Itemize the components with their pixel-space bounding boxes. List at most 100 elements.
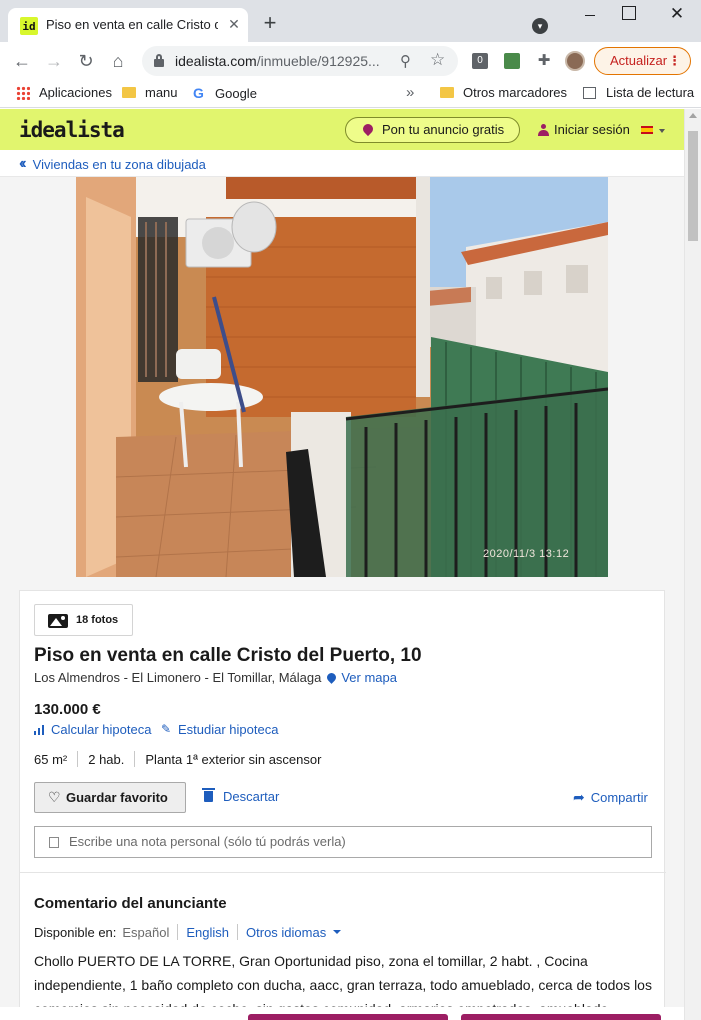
spain-flag-icon[interactable] [641,126,653,134]
reading-list-icon [583,86,596,99]
bookmark-apps[interactable]: Aplicaciones [16,85,112,100]
user-icon [538,123,549,136]
save-favorite-button[interactable]: ♡ Guardar favorito [34,782,186,813]
publish-ad-button[interactable]: Pon tu anuncio gratis [345,117,520,143]
reading-list[interactable]: Lista de lectura [583,85,694,100]
scroll-thumb[interactable] [688,131,698,241]
home-icon[interactable]: ⌂ [106,50,130,74]
location-text: Los Almendros - El Limonero - El Tomilla… [34,670,322,685]
vertical-scrollbar[interactable] [684,109,701,1020]
discard-button[interactable]: Descartar [202,788,280,804]
publish-label: Pon tu anuncio gratis [382,122,505,137]
save-favorite-label: Guardar favorito [66,790,168,805]
heart-icon: ♡ [48,789,61,805]
caret-down-icon[interactable] [333,930,342,934]
extension-zero-icon[interactable]: 0 [472,53,488,69]
apps-grid-icon [16,85,30,100]
contact-button[interactable] [248,1014,448,1020]
discard-label: Descartar [223,789,280,804]
share-button[interactable]: ➦ Compartir [573,789,648,806]
new-tab-icon[interactable]: + [258,12,282,36]
bookmark-others[interactable]: Otros marcadores [440,85,567,100]
folder-icon [440,87,454,98]
bar-chart-icon [34,724,46,735]
close-tab-icon[interactable]: ✕ [224,14,244,34]
advertiser-comment-heading: Comentario del anunciante [34,895,227,912]
sub-navigation: ‹‹ Viviendas en tu zona dibujada [0,150,684,177]
note-icon [49,837,59,848]
tab-search-icon[interactable]: ▾ [532,18,548,34]
terrace-photo-illustration [76,177,608,577]
caret-down-icon[interactable] [659,129,665,133]
main-photo[interactable]: 2020/11/3 13:12 [76,177,608,577]
maximize-icon[interactable] [622,6,636,20]
available-in-label: Disponible en: [34,924,117,940]
back-to-area-link[interactable]: ‹‹ Viviendas en tu zona dibujada [19,155,206,173]
listing-features: 65 m² 2 hab. Planta 1ª exterior sin asce… [34,751,321,767]
reload-icon[interactable]: ↻ [74,50,98,74]
listing-location: Los Almendros - El Limonero - El Tomilla… [34,670,397,685]
lang-divider [177,924,179,940]
star-icon[interactable]: ☆ [430,50,450,70]
feature-divider [134,751,136,767]
reading-list-label: Lista de lectura [606,85,695,100]
back-icon[interactable]: ← [10,50,34,74]
bookmark-manu[interactable]: manu [122,85,178,100]
browser-tab[interactable]: id Piso en venta en calle Cristo del P ✕ [8,8,248,42]
photos-button[interactable]: 18 fotos [34,604,133,636]
image-icon [48,614,68,628]
update-label: Actualizar [610,53,668,68]
forward-icon[interactable]: → [42,50,66,74]
study-mortgage-link[interactable]: ✎ Estudiar hipoteca [161,722,278,737]
share-arrow-icon: ➦ [573,789,585,805]
menu-dots-icon: ⋮ [668,53,681,68]
map-pin-icon [325,671,339,684]
bookmark-others-label: Otros marcadores [463,85,568,100]
window-close-icon[interactable]: ✕ [665,2,689,26]
bookmark-google-label: Google [215,85,257,101]
feature-area: 65 m² [34,751,68,767]
photo-timestamp: 2020/11/3 13:12 [483,548,570,560]
tab-title: Piso en venta en calle Cristo del P [46,17,218,32]
update-button[interactable]: Actualizar ⋮ [594,47,691,75]
url-host: idealista.com [175,53,257,69]
minimize-icon[interactable] [580,4,600,24]
trash-icon [202,788,215,802]
bookmark-manu-label: manu [145,85,178,100]
lang-spanish: Español [122,924,170,940]
view-map-link[interactable]: Ver mapa [325,670,397,685]
more-bookmarks-icon[interactable]: » [406,84,414,101]
google-icon: G [193,85,204,101]
lang-english[interactable]: English [186,925,229,940]
photos-count: 18 fotos [76,614,119,626]
browser-toolbar: ← → ↻ ⌂ idealista.com/inmueble/912925...… [0,42,701,80]
login-link[interactable]: Iniciar sesión [538,122,630,137]
profile-avatar[interactable] [565,51,585,71]
pin-icon [360,121,376,137]
address-bar[interactable]: idealista.com/inmueble/912925... ⚲ ☆ [142,46,458,76]
page-viewport: idealista Pon tu anuncio gratis Iniciar … [0,109,684,1020]
extensions-puzzle-icon[interactable]: ✚ [536,53,552,69]
bookmark-apps-label: Aplicaciones [39,85,112,100]
listing-price: 130.000 € [34,701,101,718]
double-chevron-left-icon: ‹‹ [19,155,26,172]
zoom-icon[interactable]: ⚲ [400,52,418,70]
language-selector: Disponible en: Español English Otros idi… [34,924,342,940]
lock-icon[interactable] [154,54,164,67]
url-text: idealista.com/inmueble/912925... [175,53,380,69]
calc-mortgage-label: Calcular hipoteca [51,722,152,737]
tab-strip: id Piso en venta en calle Cristo del P ✕… [0,0,701,42]
study-mortgage-label: Estudiar hipoteca [178,722,279,737]
bookmark-google[interactable]: G Google [193,85,257,101]
url-path: /inmueble/912925... [256,53,380,69]
lang-other[interactable]: Otros idiomas [246,925,326,940]
call-button[interactable] [461,1014,661,1020]
personal-note-input[interactable]: Escribe una nota personal (sólo tú podrá… [34,826,652,858]
calculate-mortgage-link[interactable]: Calcular hipoteca [34,722,151,737]
extension-green-icon[interactable] [504,53,520,69]
scroll-up-icon[interactable] [689,113,697,118]
site-header: idealista Pon tu anuncio gratis Iniciar … [0,109,684,150]
section-divider [20,872,666,873]
back-link-label: Viviendas en tu zona dibujada [32,156,206,172]
idealista-logo[interactable]: idealista [19,118,125,142]
